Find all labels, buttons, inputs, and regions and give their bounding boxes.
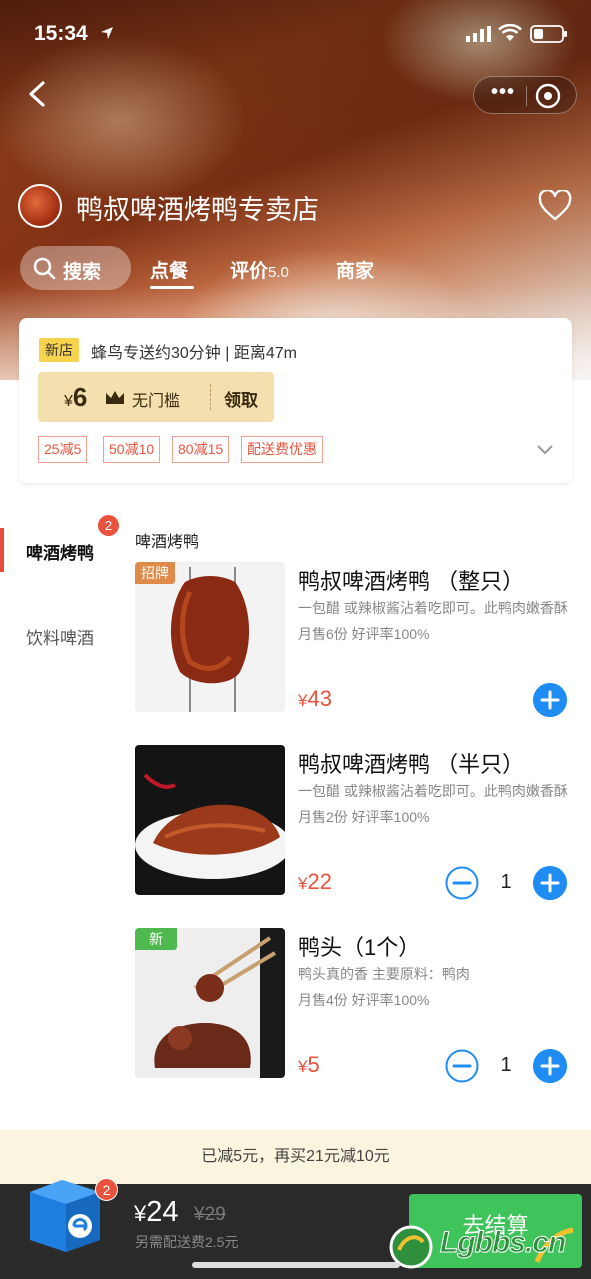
menu-item[interactable]: 新 鸭头（1个） 鸭头真的香 主要原料：鸭肉 月售4份 好评率100% ¥5 1 [135, 928, 572, 1083]
dish-image [135, 745, 285, 895]
dish-image: 招牌 [135, 562, 285, 712]
shop-name: 鸭叔啤酒烤鸭专卖店 [76, 195, 319, 225]
cart-box-icon[interactable] [22, 1170, 108, 1256]
search-label: 搜索 [63, 262, 102, 283]
promo-tag: 配送费优惠 [241, 436, 323, 463]
dish-name: 鸭头（1个） [298, 935, 421, 960]
coupon-amount: ¥6 [64, 382, 88, 412]
location-arrow-icon [101, 27, 113, 39]
cart-count-badge: 2 [95, 1178, 118, 1201]
promo-tag: 80减15 [172, 436, 230, 463]
status-bar: 15:34 [0, 20, 591, 52]
dish-price: ¥22 [298, 869, 332, 894]
new-tag: 新 [135, 928, 177, 950]
close-program-icon[interactable] [534, 82, 562, 110]
claim-coupon-button[interactable]: 领取 [224, 386, 258, 411]
delivery-info: 蜂鸟专送约30分钟 | 距离47m [91, 345, 297, 362]
tab-reviews[interactable]: 评价5.0 [230, 256, 289, 283]
dish-sales: 月售4份 好评率100% [298, 992, 430, 1008]
signature-tag: 招牌 [135, 562, 175, 584]
tab-order[interactable]: 点餐 [150, 256, 188, 283]
search-button[interactable]: 搜索 [20, 246, 131, 290]
category-title: 啤酒烤鸭 [135, 534, 200, 551]
search-icon [33, 257, 56, 280]
watermark-text: Lgbbs.cn [439, 1226, 566, 1260]
dish-price: ¥5 [298, 1052, 320, 1077]
shop-avatar [18, 184, 62, 228]
more-dots-icon[interactable]: ••• [486, 82, 520, 107]
add-plus-icon[interactable] [533, 683, 567, 717]
dish-sales: 月售2份 好评率100% [298, 809, 430, 825]
dish-description: 一包醋 或辣椒酱沾着吃即可。此鸭肉嫩香酥 [298, 783, 568, 799]
dish-sales: 月售6份 好评率100% [298, 626, 430, 642]
tab-order-label: 点餐 [150, 261, 189, 282]
add-plus-icon[interactable] [533, 866, 567, 900]
menu-item[interactable]: 鸭叔啤酒烤鸭 （半只） 一包醋 或辣椒酱沾着吃即可。此鸭肉嫩香酥 月售2份 好评… [135, 745, 572, 900]
coupon-divider [210, 384, 211, 410]
crown-icon [106, 391, 124, 404]
sidebar-count-badge: 2 [98, 515, 119, 536]
dish-price: ¥43 [298, 686, 332, 711]
sidebar-active-indicator [0, 528, 4, 572]
remove-minus-icon[interactable] [445, 1049, 479, 1083]
sidebar-item-beer-duck[interactable]: 啤酒烤鸭 [26, 539, 94, 564]
dish-image: 新 [135, 928, 285, 1078]
tab-merchant[interactable]: 商家 [336, 256, 374, 283]
promo-tag: 25减5 [38, 436, 88, 463]
signal-icon [466, 26, 491, 42]
battery-icon [530, 25, 567, 43]
expand-chevron-down-icon[interactable] [535, 439, 555, 459]
status-time: 15:34 [34, 22, 88, 45]
back-chevron-icon[interactable] [22, 78, 54, 110]
menu-item[interactable]: 招牌 鸭叔啤酒烤鸭 （整只） 一包醋 或辣椒酱沾着吃即可。此鸭肉嫩香酥 月售6份… [135, 562, 572, 717]
active-tab-underline [150, 286, 194, 289]
shop-tabs: 搜索 点餐 评价5.0 商家 [0, 246, 591, 292]
add-plus-icon[interactable] [533, 1049, 567, 1083]
coupon-condition: 无门槛 [132, 393, 181, 410]
wifi-icon [498, 24, 522, 41]
dish-name: 鸭叔啤酒烤鸭 （整只） [298, 569, 525, 594]
dish-description: 一包醋 或辣椒酱沾着吃即可。此鸭肉嫩香酥 [298, 600, 568, 616]
reviews-score: 5.0 [268, 264, 289, 281]
promo-tag: 50减10 [103, 436, 161, 463]
home-indicator [192, 1262, 400, 1268]
favorite-heart-icon[interactable] [538, 190, 572, 222]
original-price: ¥29 [194, 1204, 226, 1225]
cart-total: ¥24 [134, 1196, 179, 1228]
dish-description: 鸭头真的香 主要原料：鸭肉 [298, 966, 470, 982]
mini-program-capsule: ••• [473, 76, 577, 114]
new-shop-badge: 新店 [39, 338, 79, 362]
remove-minus-icon[interactable] [445, 866, 479, 900]
coupon-card[interactable]: ¥6 无门槛 领取 [38, 372, 274, 422]
tab-reviews-label: 评价 [230, 261, 269, 282]
capsule-divider [526, 86, 527, 106]
delivery-fee: 另需配送费2.5元 [135, 1234, 239, 1250]
quantity-value: 1 [500, 1054, 512, 1076]
shop-info-card: 新店 蜂鸟专送约30分钟 | 距离47m ¥6 无门槛 领取 25减5 50减1… [19, 318, 572, 483]
quantity-value: 1 [500, 871, 512, 893]
tab-merchant-label: 商家 [336, 261, 375, 282]
sidebar-item-drinks[interactable]: 饮料啤酒 [26, 624, 94, 649]
dish-name: 鸭叔啤酒烤鸭 （半只） [298, 752, 525, 777]
